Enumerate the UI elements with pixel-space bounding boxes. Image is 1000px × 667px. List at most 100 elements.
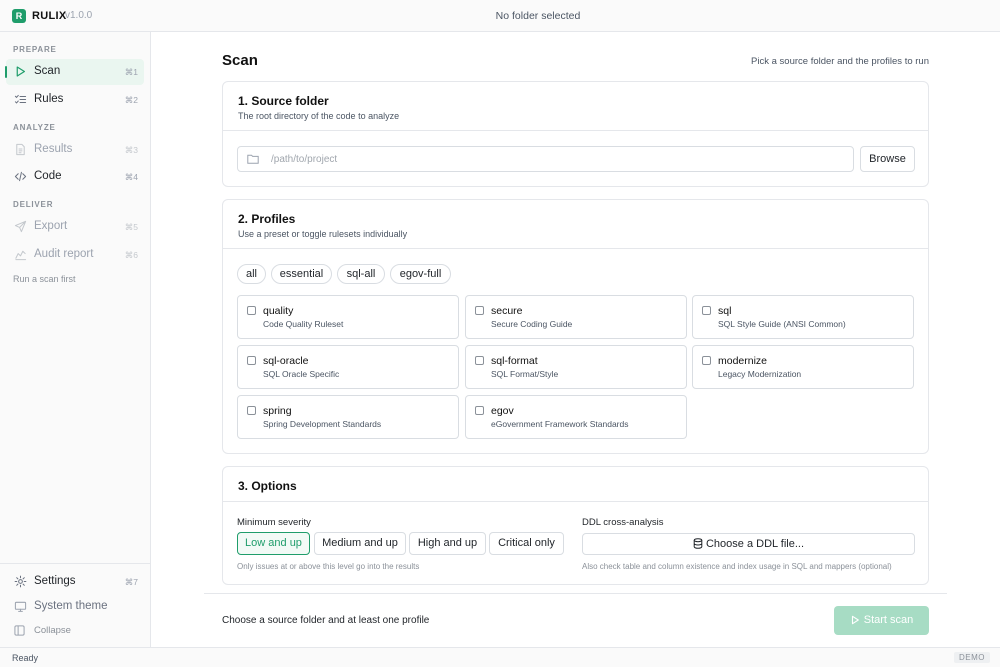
profile-desc: Code Quality Ruleset <box>263 319 344 329</box>
profile-secure[interactable]: secure Secure Coding Guide <box>465 295 687 339</box>
card-title: 3. Options <box>238 479 297 493</box>
section-label-analyze: ANALYZE <box>13 123 56 132</box>
checkbox[interactable] <box>475 306 484 315</box>
page-hint: Pick a source folder and the profiles to… <box>751 56 929 67</box>
gear-icon <box>14 575 27 588</box>
card-title: 2. Profiles <box>238 212 296 226</box>
sidebar-hint: Run a scan first <box>13 274 76 284</box>
severity-high-button[interactable]: High and up <box>409 532 486 555</box>
sidebar-item-settings[interactable]: Settings ⌘7 <box>6 569 144 595</box>
shortcut-hint: ⌘6 <box>124 250 138 260</box>
document-icon <box>16 143 25 156</box>
audit-icon <box>15 250 27 261</box>
shortcut-hint: ⌘4 <box>124 172 138 182</box>
profile-desc: Spring Development Standards <box>263 419 382 429</box>
profile-name: spring <box>263 405 292 417</box>
status-text: Ready <box>12 653 39 663</box>
checkbox[interactable] <box>247 356 256 365</box>
profile-desc: SQL Format/Style <box>491 369 559 379</box>
severity-label: Minimum severity <box>237 517 311 528</box>
profile-sql[interactable]: sql SQL Style Guide (ANSI Common) <box>692 295 914 339</box>
start-scan-label: Start scan <box>863 614 914 626</box>
profile-name: modernize <box>718 355 768 367</box>
preset-all[interactable]: all <box>237 264 266 284</box>
send-icon <box>14 220 27 233</box>
sidebar-footer: Settings ⌘7 System theme Collapse <box>0 563 150 647</box>
severity-medium-button[interactable]: Medium and up <box>314 532 406 555</box>
page-title: Scan <box>222 52 258 69</box>
monitor-icon <box>14 601 27 612</box>
severity-critical-button[interactable]: Critical only <box>489 532 564 555</box>
path-field[interactable] <box>237 146 854 172</box>
profile-spring[interactable]: spring Spring Development Standards <box>237 395 459 439</box>
sidebar-item-label: Rules <box>34 93 64 105</box>
preset-egov-full[interactable]: egov-full <box>390 264 451 284</box>
status-bar: Ready DEMO <box>0 647 1000 667</box>
profile-sql-oracle[interactable]: sql-oracle SQL Oracle Specific <box>237 345 459 389</box>
ddl-hint: Also check table and column existence an… <box>582 562 892 571</box>
path-input[interactable] <box>271 151 841 168</box>
footer-divider <box>204 593 947 594</box>
browse-button[interactable]: Browse <box>860 146 915 172</box>
options-card: 3. Options Minimum severity Low and up M… <box>222 466 929 585</box>
list-check-icon <box>14 94 27 104</box>
profile-name: quality <box>263 305 294 317</box>
profile-egov[interactable]: egov eGovernment Framework Standards <box>465 395 687 439</box>
sidebar-item-rules[interactable]: Rules ⌘2 <box>6 87 144 113</box>
shortcut-hint: ⌘2 <box>124 95 138 105</box>
card-header: 3. Options <box>223 467 928 502</box>
sidebar-item-code[interactable]: Code ⌘4 <box>6 164 144 190</box>
profile-desc: Legacy Modernization <box>718 369 802 379</box>
main-content: Scan Pick a source folder and the profil… <box>151 32 1000 647</box>
preset-essential[interactable]: essential <box>271 264 332 284</box>
card-header: 2. Profiles Use a preset or toggle rules… <box>223 200 928 249</box>
profile-sql-format[interactable]: sql-format SQL Format/Style <box>465 345 687 389</box>
card-header: 1. Source folder The root directory of t… <box>223 82 928 131</box>
profile-desc: SQL Style Guide (ANSI Common) <box>718 319 846 329</box>
profile-modernize[interactable]: modernize Legacy Modernization <box>692 345 914 389</box>
profile-desc: Secure Coding Guide <box>491 319 573 329</box>
card-title: 1. Source folder <box>238 94 329 108</box>
profile-desc: SQL Oracle Specific <box>263 369 340 379</box>
choose-ddl-button[interactable]: Choose a DDL file... <box>582 533 915 555</box>
checkbox[interactable] <box>475 406 484 415</box>
section-label-deliver: DELIVER <box>13 200 54 209</box>
checkbox[interactable] <box>247 406 256 415</box>
demo-badge: DEMO <box>954 652 990 663</box>
database-icon <box>693 538 703 549</box>
sidebar-item-export[interactable]: Export ⌘5 <box>6 214 144 240</box>
profile-name: egov <box>491 405 514 417</box>
sidebar: PREPARE Scan ⌘1 Rules ⌘2 ANALYZE Results… <box>0 32 151 647</box>
folder-status: No folder selected <box>495 10 581 22</box>
preset-sql-all[interactable]: sql-all <box>337 264 385 284</box>
profile-quality[interactable]: quality Code Quality Ruleset <box>237 295 459 339</box>
play-icon <box>16 66 26 77</box>
card-subtitle: Use a preset or toggle rulesets individu… <box>238 229 408 239</box>
sidebar-item-audit-report[interactable]: Audit report ⌘6 <box>6 242 144 268</box>
sidebar-item-results[interactable]: Results ⌘3 <box>6 137 144 163</box>
choose-ddl-label: Choose a DDL file... <box>705 538 805 550</box>
footer-hint: Choose a source folder and at least one … <box>222 615 430 626</box>
severity-hint: Only issues at or above this level go in… <box>237 562 420 571</box>
shortcut-hint: ⌘3 <box>124 145 138 155</box>
sidebar-item-label: Settings <box>34 575 76 587</box>
folder-icon <box>247 154 259 164</box>
checkbox[interactable] <box>702 306 711 315</box>
title-bar: R RULIX v1.0.0 No folder selected <box>0 0 1000 32</box>
sidebar-item-scan[interactable]: Scan ⌘1 <box>5 59 144 85</box>
start-scan-button[interactable]: Start scan <box>834 606 929 635</box>
code-icon <box>14 171 27 182</box>
profiles-body: all essential sql-all egov-full quality … <box>223 249 928 453</box>
collapse-icon <box>14 625 25 636</box>
checkbox[interactable] <box>475 356 484 365</box>
options-body: Minimum severity Low and up Medium and u… <box>223 502 928 584</box>
checkbox[interactable] <box>702 356 711 365</box>
checkbox[interactable] <box>247 306 256 315</box>
profile-desc: eGovernment Framework Standards <box>491 419 629 429</box>
play-icon <box>851 615 859 625</box>
severity-low-button[interactable]: Low and up <box>237 532 310 555</box>
collapse-label: Collapse <box>34 625 71 636</box>
profile-name: secure <box>491 305 523 317</box>
source-folder-card: 1. Source folder The root directory of t… <box>222 81 929 187</box>
theme-toggle[interactable]: System theme <box>6 594 144 620</box>
